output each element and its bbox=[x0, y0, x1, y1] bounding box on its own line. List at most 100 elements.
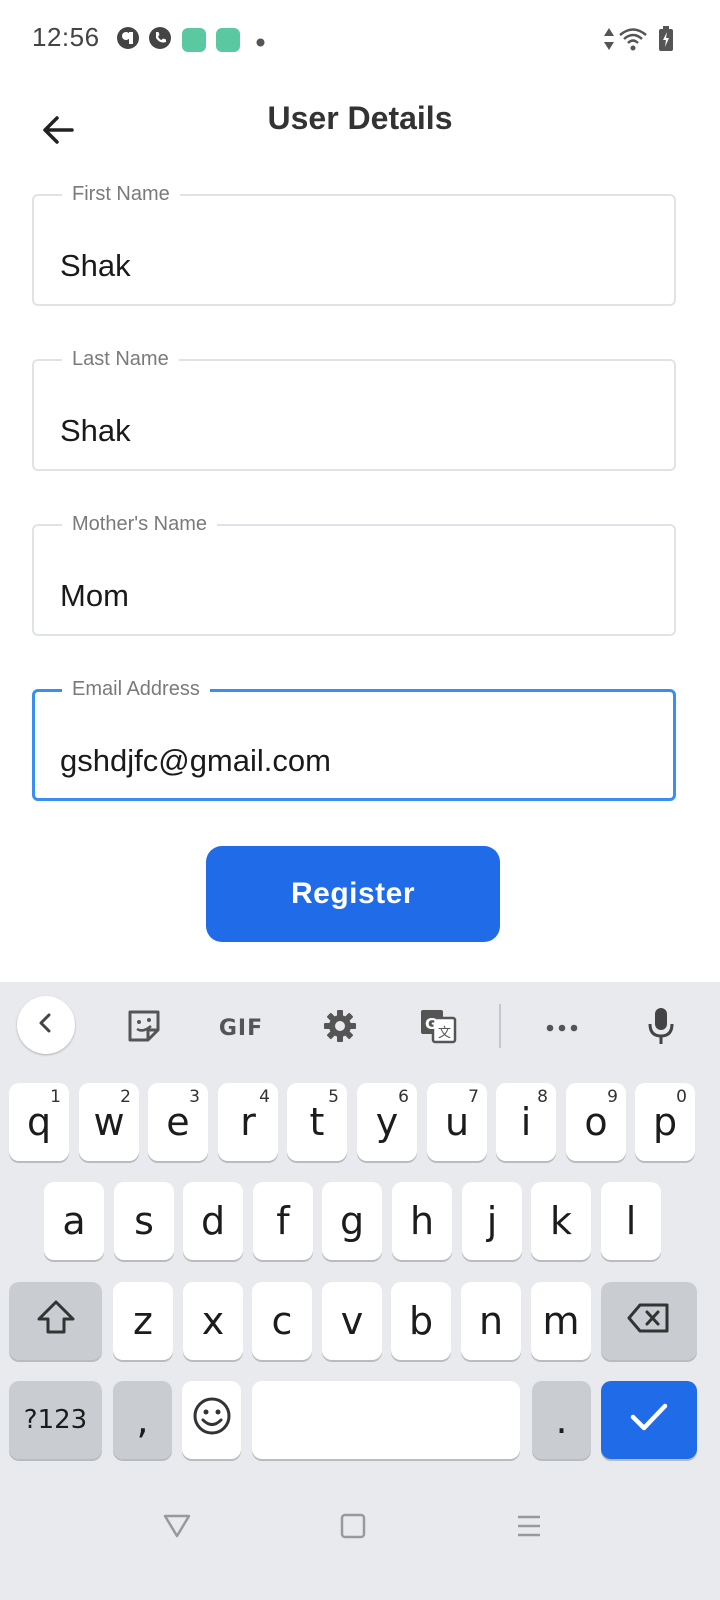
key-label: e bbox=[166, 1100, 190, 1144]
comma-key[interactable]: , bbox=[113, 1381, 172, 1459]
key-x[interactable]: x bbox=[183, 1282, 243, 1360]
symbols-key-label: ?123 bbox=[23, 1405, 88, 1435]
mothers-name-value: Mom bbox=[60, 578, 129, 613]
key-label: q bbox=[26, 1100, 52, 1144]
key-a[interactable]: a bbox=[44, 1182, 104, 1260]
key-y[interactable]: y6 bbox=[357, 1083, 417, 1161]
key-n[interactable]: n bbox=[461, 1282, 521, 1360]
mothers-name-field[interactable]: Mother's Name Mom bbox=[32, 512, 676, 636]
key-t[interactable]: t5 bbox=[287, 1083, 347, 1161]
key-r[interactable]: r4 bbox=[218, 1083, 278, 1161]
key-label: a bbox=[62, 1199, 86, 1243]
key-b[interactable]: b bbox=[391, 1282, 451, 1360]
gif-label: GIF bbox=[218, 1015, 264, 1041]
key-o[interactable]: o9 bbox=[566, 1083, 626, 1161]
translate-button[interactable]: G文 bbox=[410, 1000, 466, 1056]
battery-charging-icon bbox=[658, 26, 674, 57]
emoji-key[interactable] bbox=[182, 1381, 241, 1459]
done-key[interactable] bbox=[601, 1381, 697, 1459]
period-key[interactable]: . bbox=[532, 1381, 591, 1459]
keyboard-settings-button[interactable] bbox=[312, 1000, 368, 1056]
triangle-down-icon bbox=[162, 1513, 192, 1544]
app-icon-3 bbox=[216, 28, 240, 52]
key-number-hint: 0 bbox=[676, 1087, 687, 1107]
key-p[interactable]: p0 bbox=[635, 1083, 695, 1161]
app-icon-2 bbox=[182, 28, 206, 52]
keyboard-collapse-button[interactable] bbox=[17, 996, 75, 1054]
backspace-icon bbox=[627, 1299, 671, 1343]
backspace-key[interactable] bbox=[601, 1282, 697, 1360]
key-s[interactable]: s bbox=[114, 1182, 174, 1260]
wifi-icon bbox=[618, 26, 648, 57]
key-f[interactable]: f bbox=[253, 1182, 313, 1260]
key-label: x bbox=[201, 1299, 225, 1343]
key-label: n bbox=[478, 1299, 504, 1343]
key-label: j bbox=[486, 1199, 498, 1243]
last-name-field[interactable]: Last Name Shak bbox=[32, 347, 676, 471]
mothers-name-label: Mother's Name bbox=[62, 512, 217, 536]
first-name-value: Shak bbox=[60, 248, 131, 283]
register-button[interactable]: Register bbox=[206, 846, 500, 942]
key-q[interactable]: q1 bbox=[9, 1083, 69, 1161]
keyboard-toolbar: GIF G 文 bbox=[0, 982, 720, 1072]
more-options-button[interactable] bbox=[534, 1000, 590, 1056]
key-label: f bbox=[276, 1199, 290, 1243]
square-icon bbox=[340, 1513, 366, 1544]
key-label: d bbox=[200, 1199, 226, 1243]
first-name-label: First Name bbox=[62, 182, 180, 206]
toolbar-divider bbox=[499, 1004, 501, 1048]
nav-back-button[interactable] bbox=[157, 1508, 197, 1548]
email-label: Email Address bbox=[62, 677, 210, 701]
signal-arrows-icon bbox=[603, 26, 615, 57]
key-g[interactable]: g bbox=[322, 1182, 382, 1260]
key-h[interactable]: h bbox=[392, 1182, 452, 1260]
first-name-field[interactable]: First Name Shak bbox=[32, 182, 676, 306]
last-name-label: Last Name bbox=[62, 347, 179, 371]
menu-icon bbox=[516, 1514, 542, 1543]
key-z[interactable]: z bbox=[113, 1282, 173, 1360]
nav-home-button[interactable] bbox=[333, 1508, 373, 1548]
key-number-hint: 2 bbox=[120, 1087, 131, 1107]
phone-icon bbox=[148, 26, 172, 55]
svg-text:G: G bbox=[425, 1015, 437, 1033]
key-label: z bbox=[133, 1299, 153, 1343]
sticker-button[interactable] bbox=[116, 1000, 172, 1056]
svg-text:文: 文 bbox=[438, 1026, 451, 1041]
nav-menu-button[interactable] bbox=[509, 1508, 549, 1548]
key-number-hint: 5 bbox=[328, 1087, 339, 1107]
key-label: t bbox=[309, 1100, 325, 1144]
key-i[interactable]: i8 bbox=[496, 1083, 556, 1161]
voice-input-button[interactable] bbox=[633, 1000, 689, 1056]
key-label: l bbox=[625, 1199, 637, 1243]
key-d[interactable]: d bbox=[183, 1182, 243, 1260]
key-m[interactable]: m bbox=[531, 1282, 591, 1360]
gear-icon bbox=[322, 1008, 358, 1049]
space-key[interactable] bbox=[252, 1381, 520, 1459]
key-v[interactable]: v bbox=[322, 1282, 382, 1360]
key-l[interactable]: l bbox=[601, 1182, 661, 1260]
key-w[interactable]: w2 bbox=[79, 1083, 139, 1161]
key-j[interactable]: j bbox=[462, 1182, 522, 1260]
key-number-hint: 9 bbox=[607, 1087, 618, 1107]
key-number-hint: 7 bbox=[468, 1087, 479, 1107]
key-number-hint: 1 bbox=[50, 1087, 61, 1107]
key-label: s bbox=[134, 1199, 154, 1243]
key-e[interactable]: e3 bbox=[148, 1083, 208, 1161]
symbols-key[interactable]: ?123 bbox=[9, 1381, 102, 1459]
status-bar: 12:56 bbox=[0, 0, 720, 80]
shift-key[interactable] bbox=[9, 1282, 102, 1360]
key-k[interactable]: k bbox=[531, 1182, 591, 1260]
dot-icon bbox=[256, 34, 265, 52]
key-label: i bbox=[520, 1100, 532, 1144]
email-field[interactable]: Email Address gshdjfc@gmail.com bbox=[32, 677, 676, 801]
chevron-left-icon bbox=[35, 1012, 57, 1039]
key-u[interactable]: u7 bbox=[427, 1083, 487, 1161]
key-label: u bbox=[444, 1100, 470, 1144]
key-c[interactable]: c bbox=[252, 1282, 312, 1360]
key-label: g bbox=[339, 1199, 365, 1243]
key-number-hint: 3 bbox=[189, 1087, 200, 1107]
gif-button[interactable]: GIF bbox=[213, 1000, 269, 1056]
shift-icon bbox=[36, 1299, 76, 1344]
key-number-hint: 6 bbox=[398, 1087, 409, 1107]
key-label: h bbox=[409, 1199, 435, 1243]
